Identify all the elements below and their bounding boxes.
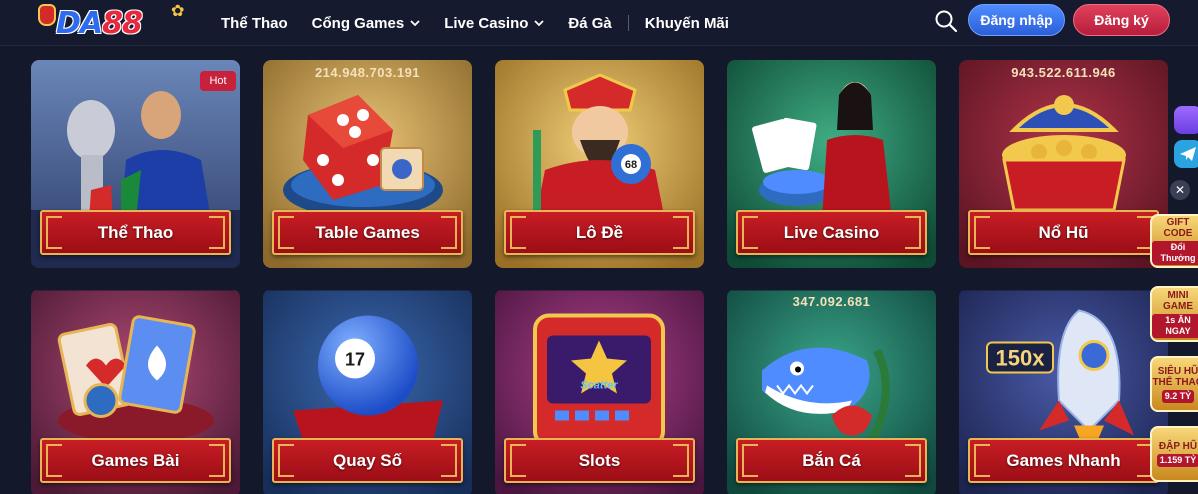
game-card-live-casino[interactable]: Live Casino [727,60,936,268]
nav-khuyen-mai[interactable]: Khuyến Mãi [645,15,729,32]
promo-sub: 9.2 TỶ [1161,389,1195,403]
jackpot-amount: 347.092.681 [792,294,871,309]
game-card-ban-ca[interactable]: 347.092.681 Bắn Cá [727,289,936,494]
scatter-label: Scatter [580,380,618,392]
promo-line: ĐẬP HŨ [1158,441,1198,452]
main-nav: Thể Thao Cổng Games Live Casino Đá Gà Kh… [221,0,753,46]
chevron-down-icon [534,20,545,27]
game-card-lo-de[interactable]: 68 Lô Đề [495,60,704,268]
promo-line: GAME [1163,301,1193,312]
promo-line: SIÊU HŨ [1157,365,1198,377]
game-card-games-bai[interactable]: Games Bài [31,289,240,494]
game-card-quay-so[interactable]: 17 Quay Số [263,289,472,494]
card-title-plaque: Games Nhanh [968,438,1159,483]
promo-sub: 1s ĂN NGAY [1152,314,1198,338]
lantern-icon [38,4,56,26]
game-card-slots[interactable]: Scatter Slots [495,289,704,494]
card-title-plaque: Quay Số [272,438,463,483]
nav-live-casino[interactable]: Live Casino [444,15,545,32]
floating-widgets: ✕ GIFT CODE Đổi Thưởng MINI GAME 1s ĂN N… [1146,100,1198,494]
nav-divider [627,15,629,31]
mini-game-widget[interactable]: MINI GAME 1s ĂN NGAY [1150,286,1198,342]
chevron-down-icon [410,20,420,27]
game-card-table-games[interactable]: 214.948.703.191 Table Games [263,60,472,268]
promo-line: GIFT [1166,217,1190,228]
flower-icon: ✿ [171,3,185,20]
login-button[interactable]: Đăng nhập [968,4,1065,36]
da88-logo[interactable]: DA88 ✿ [34,2,189,44]
telegram-icon[interactable] [1174,140,1198,168]
promo-sub: 1.159 TỶ [1156,454,1198,467]
top-nav-bar: DA88 ✿ Thể Thao Cổng Games Live Casino Đ… [0,0,1198,46]
gift-code-widget[interactable]: GIFT CODE Đổi Thưởng [1150,214,1198,268]
card-title-plaque: Thể Thao [40,210,231,255]
search-icon[interactable] [934,9,958,33]
sieu-hu-widget[interactable]: SIÊU HŨ THỂ THAO 9.2 TỶ [1150,356,1198,412]
card-title-plaque: Bắn Cá [736,438,927,483]
dap-hu-widget[interactable]: ĐẬP HŨ 1.159 TỶ [1150,426,1198,482]
multiplier-label: 150x [996,346,1046,371]
logo-wordmark: DA88 [56,5,143,41]
card-title-plaque: Nổ Hũ [968,210,1159,255]
nav-cong-games[interactable]: Cổng Games [312,15,421,32]
card-title-plaque: Games Bài [40,438,231,483]
ball-number: 68 [625,159,637,171]
card-title-plaque: Lô Đề [504,210,695,255]
jackpot-amount: 214.948.703.191 [314,65,421,80]
promo-line: MINI [1167,290,1189,301]
promo-line: THỂ THAO [1152,376,1198,388]
close-widgets-button[interactable]: ✕ [1170,180,1190,200]
game-card-no-hu[interactable]: 943.522.611.946 Nổ Hũ [959,60,1168,268]
chat-icon[interactable] [1174,106,1198,134]
hot-badge: Hot [200,71,236,91]
nav-the-thao[interactable]: Thể Thao [221,15,288,32]
game-card-the-thao[interactable]: Hot Thể Thao [31,60,240,268]
promo-line: CODE [1163,228,1193,239]
game-card-games-nhanh[interactable]: 150x Games Nhanh [959,289,1168,494]
jackpot-amount: 943.522.611.946 [1011,65,1116,80]
nav-da-ga[interactable]: Đá Gà [568,15,611,32]
register-button[interactable]: Đăng ký [1073,4,1170,36]
ball-number: 17 [345,350,365,370]
promo-sub: Đổi Thưởng [1152,241,1198,265]
paper-plane-icon [1180,147,1196,161]
card-title-plaque: Slots [504,438,695,483]
card-title-plaque: Table Games [272,210,463,255]
card-title-plaque: Live Casino [736,210,927,255]
